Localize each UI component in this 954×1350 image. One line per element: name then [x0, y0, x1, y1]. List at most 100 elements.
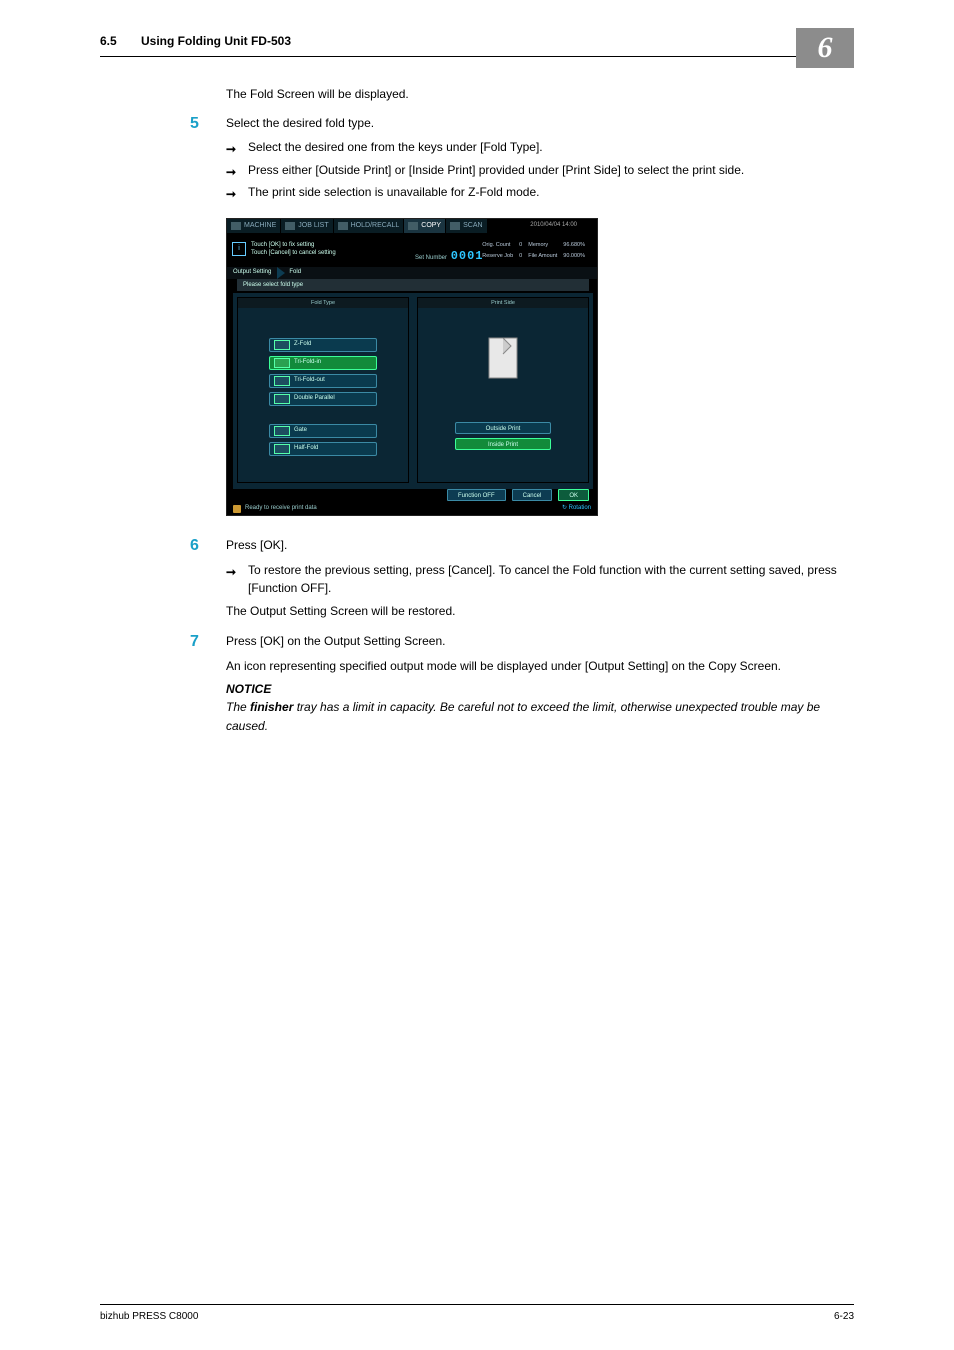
step-number: 6: [190, 534, 199, 559]
memory-label: Memory: [528, 241, 561, 250]
gate-icon: [274, 426, 290, 436]
step-5-bullets: ➞ Select the desired one from the keys un…: [226, 138, 854, 202]
bullet-text: The print side selection is unavailable …: [248, 185, 539, 199]
print-side-panel: Print Side Outside Print Inside Print: [417, 297, 589, 483]
button-label: Half-Fold: [294, 444, 318, 453]
step-6-bullets: ➞ To restore the previous setting, press …: [226, 561, 854, 598]
counts-panel: Orig. Count0Memory96.680% Reserve Job0Fi…: [480, 239, 591, 263]
set-number-value: 0001: [451, 249, 484, 263]
status-bar: Ready to receive print data ↻ Rotation: [227, 503, 597, 515]
tab-scan[interactable]: SCAN: [446, 219, 487, 233]
fold-gate-button[interactable]: Gate: [269, 424, 377, 438]
step-7-after: An icon representing specified output mo…: [226, 657, 854, 676]
sub-header: Please select fold type: [237, 279, 589, 291]
arrow-icon: ➞: [226, 163, 236, 182]
notice-text-bold: finisher: [250, 700, 293, 714]
bullet-text: Select the desired one from the keys und…: [248, 140, 543, 154]
tab-copy[interactable]: COPY: [404, 219, 446, 233]
footer-rule: [100, 1304, 854, 1305]
fold-trifoldout-button[interactable]: Tri-Fold-out: [269, 374, 377, 388]
trifoldin-icon: [274, 358, 290, 368]
set-number-label: Set Number: [415, 255, 447, 261]
bullet-item: ➞ The print side selection is unavailable…: [226, 183, 854, 202]
button-label: Z-Fold: [294, 340, 311, 349]
arrow-icon: ➞: [226, 185, 236, 204]
ok-button[interactable]: OK: [558, 489, 589, 501]
fold-preview: [483, 332, 523, 382]
file-value: 90.000%: [563, 252, 589, 261]
notice-text-pre: The: [226, 700, 250, 714]
set-number: Set Number 0001: [415, 247, 484, 266]
arrow-icon: ➞: [226, 140, 236, 159]
rotation-indicator: ↻ Rotation: [562, 504, 597, 513]
tab-machine[interactable]: MACHINE: [227, 219, 281, 233]
inside-print-button[interactable]: Inside Print: [455, 438, 551, 450]
fold-type-panel: Fold Type Z-Fold Tri-Fold-in Tri-Fold-ou…: [237, 297, 409, 483]
button-label: Double Parallel: [294, 394, 335, 403]
step-text: Select the desired fold type.: [226, 114, 854, 133]
file-label: File Amount: [528, 252, 561, 261]
orig-count-value: 0: [519, 241, 526, 250]
figure-wrapper: MACHINE JOB LIST HOLD/RECALL COPY SCAN 2…: [226, 218, 854, 516]
header-rule: [100, 56, 854, 57]
tab-joblist[interactable]: JOB LIST: [281, 219, 333, 233]
chapter-number: 6: [818, 31, 833, 65]
main-area: Fold Type Z-Fold Tri-Fold-in Tri-Fold-ou…: [233, 293, 593, 489]
copier-screenshot: MACHINE JOB LIST HOLD/RECALL COPY SCAN 2…: [226, 218, 598, 516]
step-number: 5: [190, 112, 199, 137]
breadcrumb-fold: Fold: [285, 268, 309, 277]
button-label: Tri-Fold-out: [294, 376, 325, 385]
datetime-label: 2010/04/04 14:00: [530, 219, 577, 233]
intro-paragraph: The Fold Screen will be displayed.: [226, 85, 854, 104]
section-number: 6.5: [100, 34, 117, 48]
orig-count-label: Orig. Count: [482, 241, 517, 250]
page-body: The Fold Screen will be displayed. 5 Sel…: [100, 85, 854, 735]
step-7: 7 Press [OK] on the Output Setting Scree…: [100, 632, 854, 651]
fold-doubleparallel-button[interactable]: Double Parallel: [269, 392, 377, 406]
step-text: Press [OK] on the Output Setting Screen.: [226, 632, 854, 651]
info-icon: i: [232, 242, 246, 256]
fold-halffold-button[interactable]: Half-Fold: [269, 442, 377, 456]
trifoldout-icon: [274, 376, 290, 386]
halffold-icon: [274, 444, 290, 454]
notice-text: The finisher tray has a limit in capacit…: [226, 698, 854, 735]
tab-holdrecall[interactable]: HOLD/RECALL: [334, 219, 405, 233]
function-off-button[interactable]: Function OFF: [447, 489, 506, 501]
tab-label: JOB LIST: [298, 221, 328, 232]
machine-icon: [231, 222, 241, 230]
step-text: Press [OK].: [226, 536, 854, 555]
breadcrumb: Output Setting Fold: [227, 267, 597, 279]
bullet-item: ➞Press either [Outside Print] or [Inside…: [226, 161, 854, 180]
print-side-header: Print Side: [418, 298, 588, 308]
footer-page-number: 6-23: [834, 1311, 854, 1322]
info-text: Touch [OK] to fix setting Touch [Cancel]…: [251, 241, 336, 257]
joblist-icon: [285, 222, 295, 230]
arrow-icon: ➞: [226, 563, 236, 582]
button-label: Gate: [294, 426, 307, 435]
lock-icon: [233, 505, 241, 513]
copy-icon: [408, 222, 418, 230]
tab-label: COPY: [421, 221, 441, 232]
zfold-icon: [274, 340, 290, 350]
cancel-button[interactable]: Cancel: [512, 489, 553, 501]
button-label: Tri-Fold-in: [294, 358, 321, 367]
fold-trifoldin-button[interactable]: Tri-Fold-in: [269, 356, 377, 370]
fold-preview-icon: [483, 332, 523, 382]
outside-print-button[interactable]: Outside Print: [455, 422, 551, 434]
step-5: 5 Select the desired fold type.: [100, 114, 854, 133]
chapter-badge: 6: [796, 28, 854, 68]
status-text: Ready to receive print data: [245, 504, 317, 513]
reserve-value: 0: [519, 252, 526, 261]
notice-label: NOTICE: [226, 680, 854, 699]
memory-value: 96.680%: [563, 241, 589, 250]
notice-text-post: tray has a limit in capacity. Be careful…: [226, 700, 820, 733]
bullet-text: To restore the previous setting, press […: [248, 563, 837, 596]
breadcrumb-output-setting[interactable]: Output Setting: [227, 268, 277, 277]
rotation-label: Rotation: [569, 505, 591, 511]
fold-zfold-button[interactable]: Z-Fold: [269, 338, 377, 352]
tab-label: SCAN: [463, 221, 482, 232]
step-6-after: The Output Setting Screen will be restor…: [226, 602, 854, 621]
reserve-label: Reserve Job: [482, 252, 517, 261]
holdrecall-icon: [338, 222, 348, 230]
bullet-item: ➞ To restore the previous setting, press …: [226, 561, 854, 598]
